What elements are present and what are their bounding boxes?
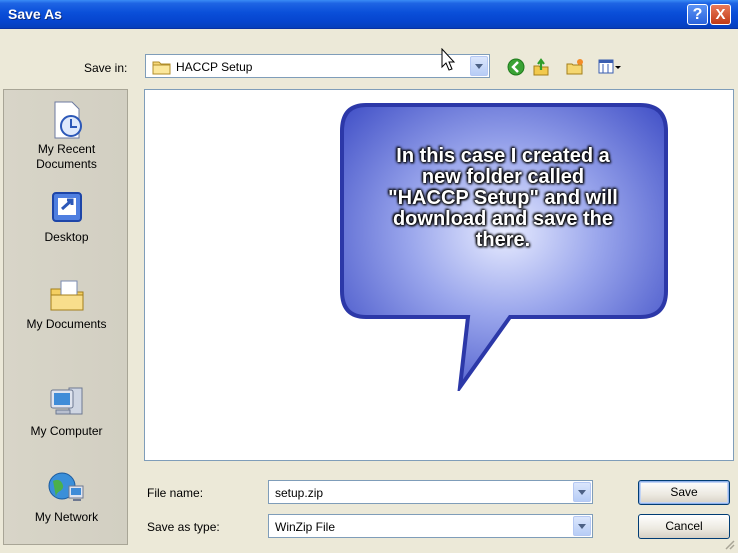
file-name-label: File name: xyxy=(147,486,204,500)
place-label: My Computer xyxy=(30,424,103,438)
place-my-network[interactable]: My Network xyxy=(4,468,129,525)
up-folder-icon[interactable] xyxy=(532,58,550,76)
place-label: Desktop xyxy=(44,230,89,244)
callout-line: In this case I created a xyxy=(396,145,610,167)
chevron-down-icon[interactable] xyxy=(470,56,488,76)
save-button[interactable]: Save xyxy=(638,480,730,505)
file-name-value: setup.zip xyxy=(275,486,324,500)
save-as-dialog: Save As ? X Save in: HACCP Setup My Rece… xyxy=(0,0,738,553)
save-in-value: HACCP Setup xyxy=(176,60,253,74)
views-menu-icon[interactable] xyxy=(598,58,622,76)
save-in-label: Save in: xyxy=(84,61,128,75)
mouse-cursor-icon xyxy=(441,48,456,71)
chevron-down-icon[interactable] xyxy=(573,516,591,536)
dialog-title: Save As xyxy=(8,6,62,22)
recent-documents-icon xyxy=(54,101,82,139)
resize-grip-icon[interactable] xyxy=(723,538,735,550)
save-as-type-label: Save as type: xyxy=(147,520,220,534)
title-bar[interactable]: Save As ? X xyxy=(0,0,738,29)
save-as-type-dropdown[interactable]: WinZip File xyxy=(268,514,593,538)
place-desktop[interactable]: Desktop xyxy=(4,188,129,245)
file-name-field[interactable]: setup.zip xyxy=(268,480,593,504)
save-as-type-value: WinZip File xyxy=(275,520,336,534)
help-button[interactable]: ? xyxy=(687,4,708,25)
save-in-dropdown[interactable]: HACCP Setup xyxy=(145,54,490,78)
callout-line: there. xyxy=(475,229,531,251)
desktop-icon xyxy=(51,192,82,222)
callout-text: In this case I created a new folder call… xyxy=(355,146,651,251)
new-folder-icon[interactable] xyxy=(566,58,584,76)
back-icon[interactable] xyxy=(507,58,525,76)
my-network-icon xyxy=(48,472,83,501)
place-label-line2: Documents xyxy=(36,157,97,171)
my-documents-icon xyxy=(50,280,83,311)
places-bar: My Recent Documents Desktop My Documents xyxy=(3,89,128,545)
place-label: My Network xyxy=(34,510,99,524)
close-button[interactable]: X xyxy=(710,4,731,25)
folder-icon xyxy=(152,61,171,75)
callout-line: "HACCP Setup" and will xyxy=(388,187,618,209)
place-my-computer[interactable]: My Computer xyxy=(4,382,129,439)
place-my-recent-documents[interactable]: My Recent Documents xyxy=(4,100,129,172)
callout-line: download and save the xyxy=(392,208,614,230)
callout-line: new folder called xyxy=(421,166,585,188)
chevron-down-icon[interactable] xyxy=(573,482,591,502)
cancel-button[interactable]: Cancel xyxy=(638,514,730,539)
place-my-documents[interactable]: My Documents xyxy=(4,275,129,332)
place-label: My Recent xyxy=(37,142,96,156)
my-computer-icon xyxy=(50,387,82,415)
place-label: My Documents xyxy=(26,317,107,331)
